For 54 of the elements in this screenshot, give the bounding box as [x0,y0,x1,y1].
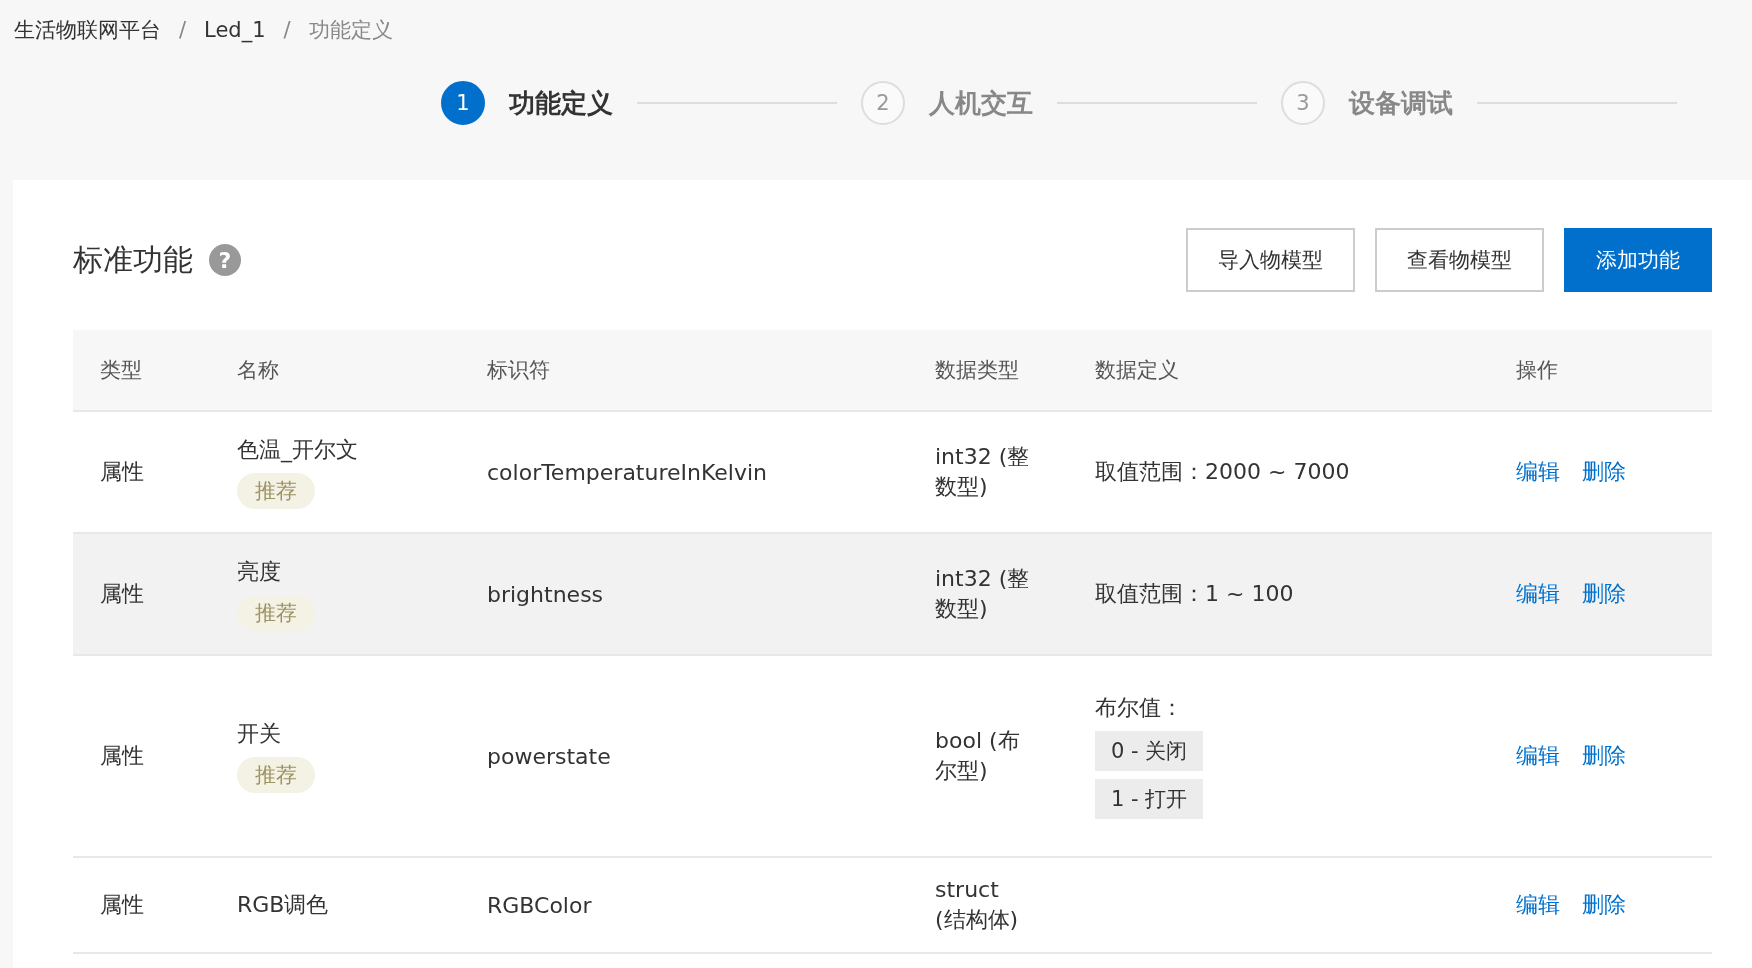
breadcrumb-link[interactable]: 生活物联网平台 [14,16,161,44]
table-cell-text: int32 (整数型) [935,443,1031,501]
table-cell-text: 色温_开尔文 [237,436,358,465]
breadcrumb-current: 功能定义 [308,17,393,44]
help-icon[interactable]: ? [209,244,241,276]
step-number: 3 [1281,81,1325,125]
action-link[interactable]: 编辑 [1516,741,1560,771]
table-cell-text: 开关 [237,720,281,748]
model-button[interactable]: 查看物模型 [1375,228,1544,292]
recommend-tag: 推荐 [237,757,315,793]
step-number: 2 [861,81,905,125]
recommend-tag: 推荐 [237,473,315,509]
action-link[interactable]: 删除 [1582,741,1626,771]
action-link[interactable]: 编辑 [1516,890,1560,920]
table-cell-text: struct (结构体) [935,876,1020,934]
table-cell: colorTemperatureInKelvin [487,459,768,485]
enum-value: 1 - 打开 [1095,779,1204,819]
table-cell-text: 取值范围：2000 ~ 7000 [1095,458,1350,486]
step-label: 设备调试 [1349,86,1453,120]
column-header: 操作 [1516,358,1558,382]
table-cell-text: 取值范围：1 ~ 100 [1095,580,1294,608]
breadcrumb-link[interactable]: Led_1 [204,18,266,42]
table-cell-text: 布尔值： [1095,694,1183,722]
recommend-tag: 推荐 [237,595,315,631]
model-button[interactable]: 导入物模型 [1186,228,1355,292]
column-header: 标识符 [487,358,550,382]
action-link[interactable]: 编辑 [1516,457,1560,487]
step-number: 1 [441,81,485,125]
action-link[interactable]: 删除 [1582,457,1626,487]
table-cell-text: 亮度 [237,558,281,586]
table-cell: brightness [487,581,604,607]
add-button[interactable]: 添加功能 [1564,228,1712,292]
table-cell-text: int32 (整数型) [935,565,1031,623]
column-header: 名称 [237,358,279,382]
table-cell: 属性 [100,581,144,606]
table-cell-text: bool (布尔型) [935,727,1021,785]
column-header: 数据类型 [935,358,1019,382]
section-title: 标准功能 [73,240,193,279]
column-header: 类型 [100,358,142,382]
column-header: 数据定义 [1095,358,1179,382]
breadcrumb-separator: / [179,18,187,42]
table-cell-text: RGB调色 [237,891,329,919]
step-label: 功能定义 [509,86,613,120]
action-link[interactable]: 删除 [1582,579,1626,609]
table-cell: 属性 [100,892,144,917]
table-cell: RGBColor [487,892,592,918]
table-cell: 属性 [100,743,144,768]
enum-value: 0 - 关闭 [1095,731,1204,771]
action-link[interactable]: 编辑 [1516,579,1560,609]
breadcrumb-separator: / [283,18,291,42]
table-cell: 属性 [100,459,144,484]
step-label: 人机交互 [929,86,1033,120]
table-cell: powerstate [487,743,611,769]
action-link[interactable]: 删除 [1582,890,1626,920]
